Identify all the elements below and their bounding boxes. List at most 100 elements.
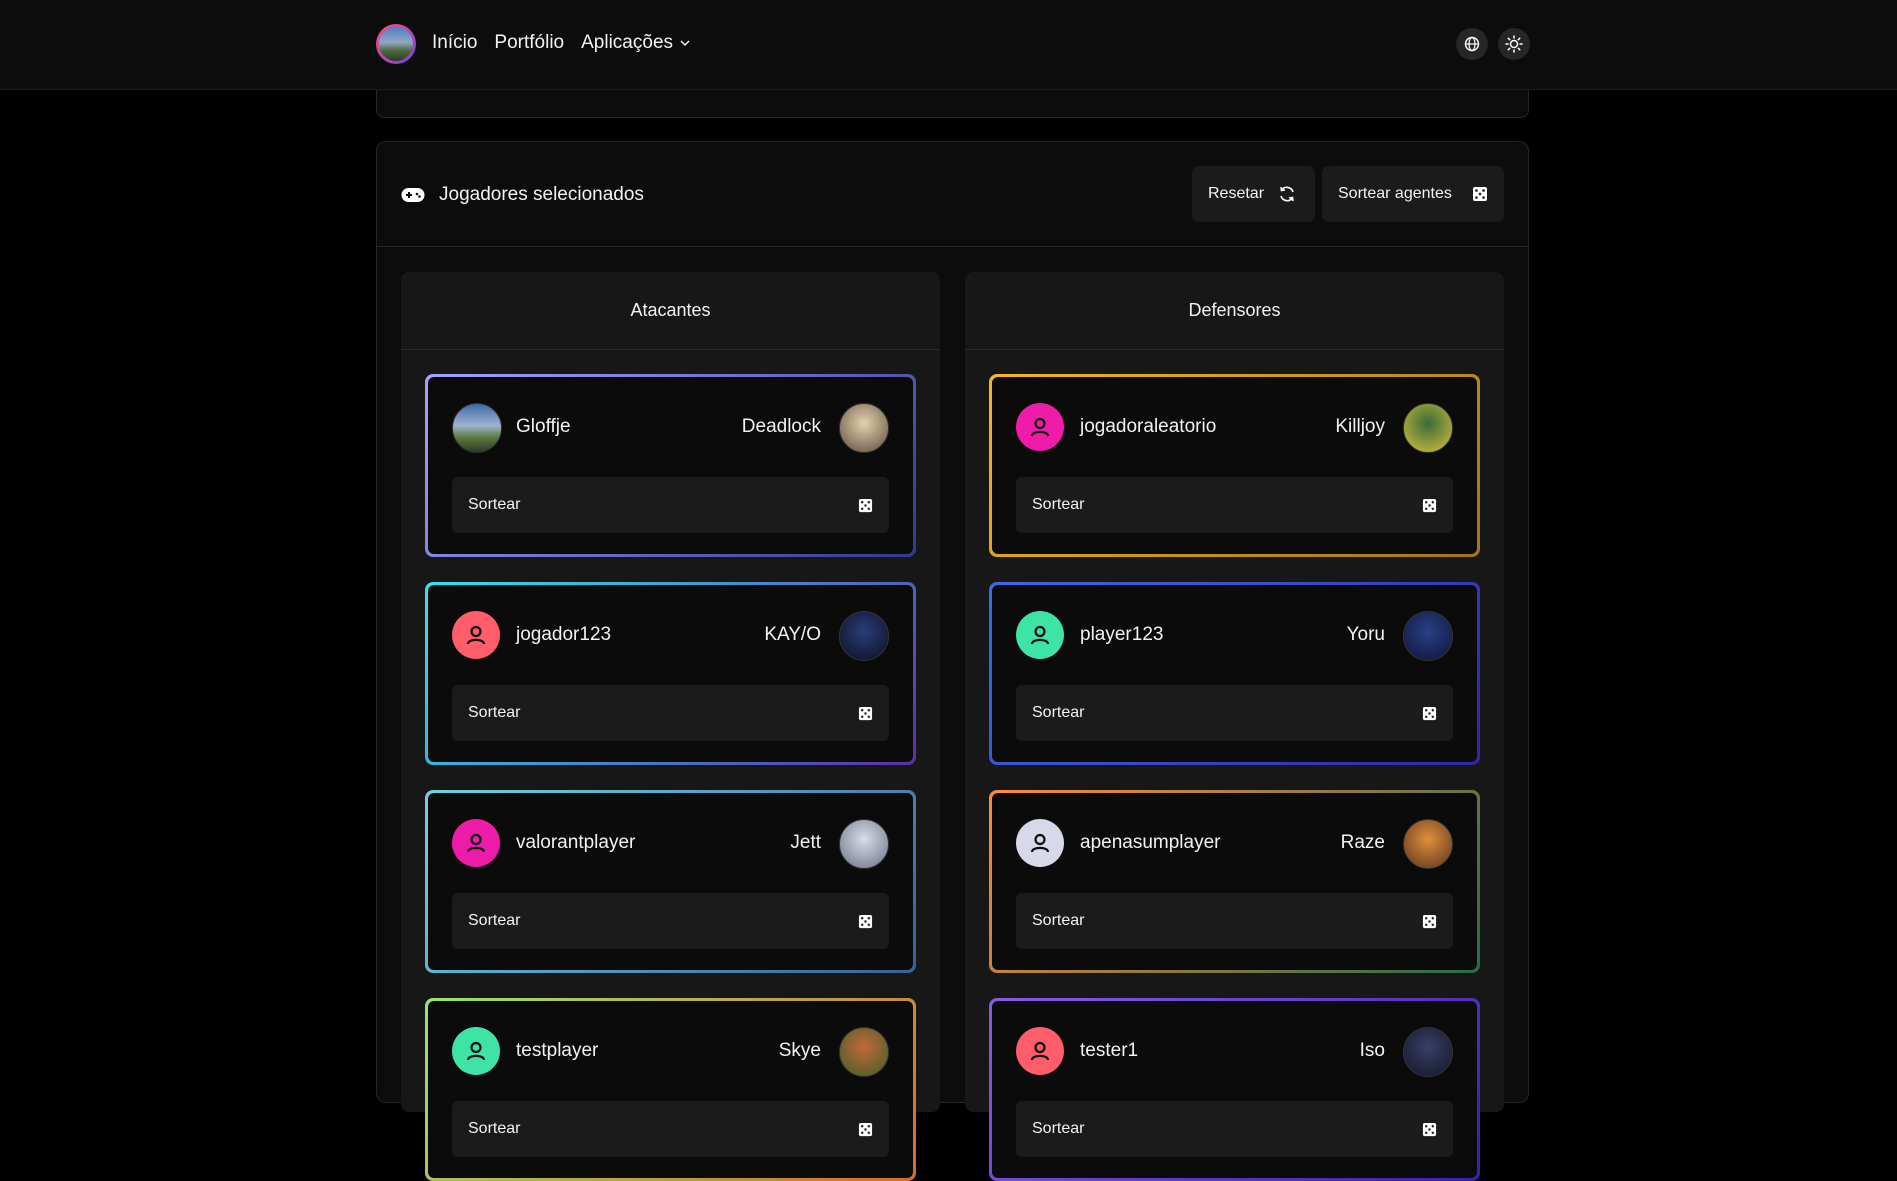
agent-name: Deadlock — [741, 416, 821, 437]
draw-agent-button[interactable]: Sortear — [452, 893, 889, 949]
draw-agents-button-label: Sortear agentes — [1338, 185, 1452, 202]
player-card-body: testplayer Skye Sortear — [428, 1001, 913, 1178]
player-card-body: jogador123 KAY/O Sortear — [428, 585, 913, 762]
user-icon — [466, 1041, 486, 1061]
theme-toggle-button[interactable] — [1498, 28, 1530, 60]
draw-agent-label: Sortear — [468, 912, 521, 929]
player-name: tester1 — [1080, 1040, 1139, 1061]
player-avatar — [452, 403, 502, 453]
player-name: jogadoraleatorio — [1080, 416, 1217, 437]
agent-portrait — [839, 403, 889, 453]
user-icon — [1030, 1041, 1050, 1061]
agent-portrait — [1403, 819, 1453, 869]
draw-agent-button[interactable]: Sortear — [452, 1101, 889, 1157]
agent-portrait — [1403, 611, 1453, 661]
player-card: jogadoraleatorio Killjoy Sortear — [989, 374, 1480, 557]
nav-icons — [1456, 28, 1530, 60]
panel-title-text: Jogadores selecionados — [439, 184, 644, 205]
player-card: testplayer Skye Sortear — [425, 998, 916, 1181]
panel-title: Jogadores selecionados — [401, 184, 644, 206]
player-name: valorantplayer — [516, 832, 636, 853]
player-card: Gloffje Deadlock Sortear — [425, 374, 916, 557]
draw-agent-button[interactable]: Sortear — [452, 685, 889, 741]
logo-image — [379, 27, 413, 61]
player-card-body: Gloffje Deadlock Sortear — [428, 377, 913, 554]
player-avatar — [1016, 1027, 1064, 1075]
draw-agent-label: Sortear — [468, 1120, 521, 1137]
site-logo[interactable] — [376, 24, 416, 64]
player-name: testplayer — [516, 1040, 599, 1061]
user-icon — [466, 833, 486, 853]
draw-agent-label: Sortear — [1032, 912, 1085, 929]
top-navbar: Início Portfólio Aplicações — [0, 0, 1897, 90]
defenders-column: Defensores jogadoraleatorio Killjoy Sortea… — [965, 272, 1504, 1181]
player-avatar — [1016, 403, 1064, 451]
agent-portrait — [839, 819, 889, 869]
user-icon — [1030, 625, 1050, 645]
agent-portrait — [1403, 403, 1453, 453]
draw-agent-label: Sortear — [1032, 496, 1085, 513]
player-name: player123 — [1080, 624, 1164, 645]
draw-agent-button[interactable]: Sortear — [1016, 1101, 1453, 1157]
dice-icon — [1422, 1122, 1437, 1136]
nav-link-aplicacoes[interactable]: Aplicações — [581, 32, 691, 54]
agent-name: Iso — [1359, 1040, 1385, 1061]
agent-portrait — [839, 1027, 889, 1077]
agent-name: Jett — [790, 832, 821, 853]
draw-agent-button[interactable]: Sortear — [1016, 893, 1453, 949]
player-card-body: apenasumplayer Raze Sortear — [992, 793, 1477, 970]
player-name: apenasumplayer — [1080, 832, 1221, 853]
agent-name: Raze — [1340, 832, 1385, 853]
draw-agent-button[interactable]: Sortear — [452, 477, 889, 533]
draw-agent-button[interactable]: Sortear — [1016, 477, 1453, 533]
refresh-icon — [1280, 186, 1294, 202]
dice-icon — [858, 498, 873, 512]
player-card: tester1 Iso Sortear — [989, 998, 1480, 1181]
player-card: player123 Yoru Sortear — [989, 582, 1480, 765]
dice-icon — [1422, 914, 1437, 928]
player-card-body: tester1 Iso Sortear — [992, 1001, 1477, 1178]
gamepad-icon — [401, 188, 425, 202]
player-avatar — [452, 1027, 500, 1075]
player-avatar — [1016, 611, 1064, 659]
player-avatar — [1016, 819, 1064, 867]
player-card-body: player123 Yoru Sortear — [992, 585, 1477, 762]
dice-icon — [858, 914, 873, 928]
nav-links: Início Portfólio Aplicações — [432, 32, 691, 54]
draw-agents-button[interactable]: Sortear agentes — [1322, 166, 1504, 222]
user-icon — [466, 625, 486, 645]
draw-agent-label: Sortear — [468, 496, 521, 513]
nav-link-portfolio[interactable]: Portfólio — [494, 32, 564, 54]
nav-link-aplicacoes-label: Aplicações — [581, 32, 674, 53]
agent-name: KAY/O — [764, 624, 821, 645]
agent-portrait — [1403, 1027, 1453, 1077]
attackers-column: Atacantes Gloffje Deadlock Sortear jogador1… — [401, 272, 940, 1181]
player-card: valorantplayer Jett Sortear — [425, 790, 916, 973]
draw-agent-button[interactable]: Sortear — [1016, 685, 1453, 741]
attackers-title: Atacantes — [401, 272, 940, 350]
player-card: jogador123 KAY/O Sortear — [425, 582, 916, 765]
nav-link-inicio[interactable]: Início — [432, 32, 477, 54]
user-icon — [1030, 833, 1050, 853]
selected-players-panel: Jogadores selecionados Resetar Sortear a… — [376, 141, 1529, 1181]
agent-name: Skye — [778, 1040, 821, 1061]
player-avatar — [452, 819, 500, 867]
player-name: Gloffje — [516, 416, 571, 437]
agent-name: Yoru — [1346, 624, 1385, 645]
dice-icon — [1422, 706, 1437, 720]
draw-agent-label: Sortear — [1032, 704, 1085, 721]
user-icon — [1030, 417, 1050, 437]
agent-name: Killjoy — [1335, 416, 1385, 437]
defenders-title: Defensores — [965, 272, 1504, 350]
reset-button[interactable]: Resetar — [1192, 166, 1315, 222]
dice-icon — [1422, 498, 1437, 512]
draw-agent-label: Sortear — [468, 704, 521, 721]
language-button[interactable] — [1456, 28, 1488, 60]
player-card: apenasumplayer Raze Sortear — [989, 790, 1480, 973]
panel-header: Jogadores selecionados Resetar Sortear a… — [377, 142, 1528, 247]
sun-icon — [1505, 35, 1523, 53]
globe-icon — [1464, 36, 1480, 52]
player-card-body: valorantplayer Jett Sortear — [428, 793, 913, 970]
dice-icon — [858, 1122, 873, 1136]
dice-icon — [858, 706, 873, 720]
